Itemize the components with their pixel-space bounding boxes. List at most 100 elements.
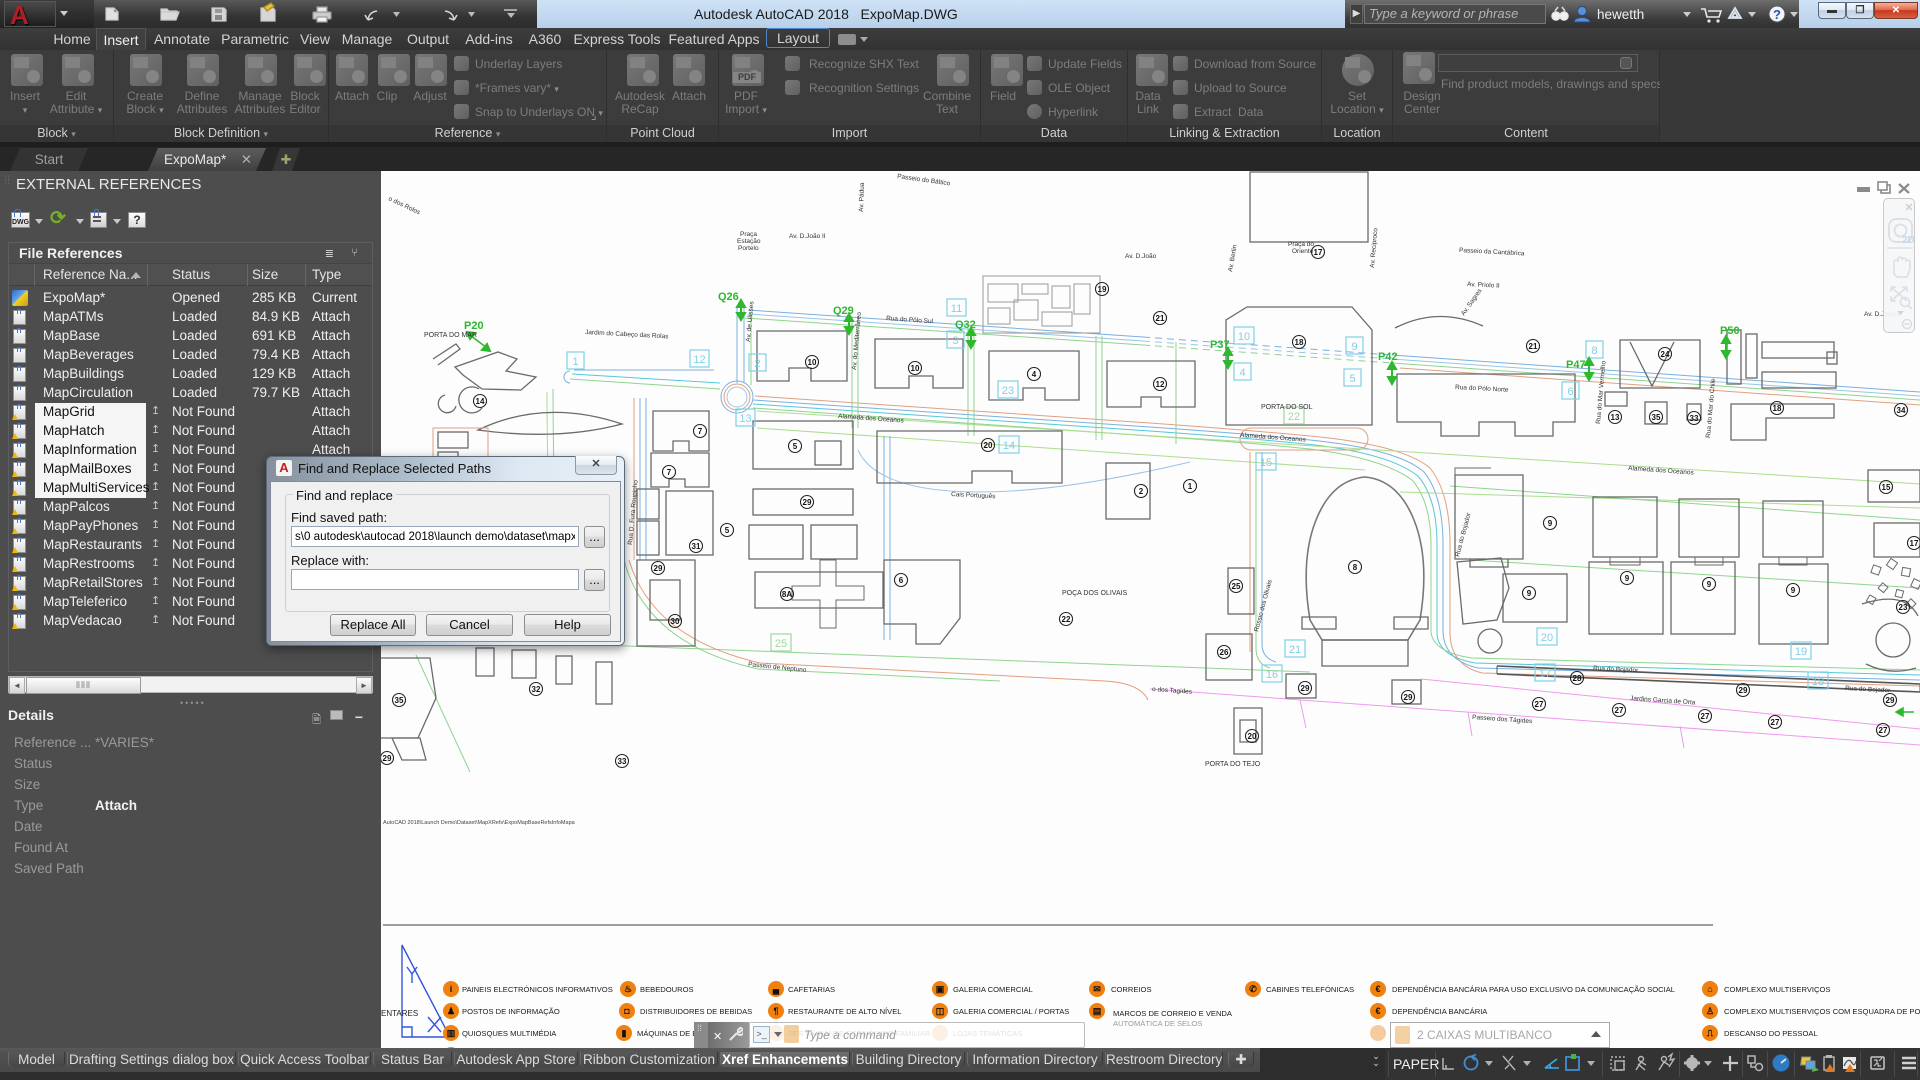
svg-text:€: € <box>1375 984 1380 994</box>
svg-text:Av. D.João: Av. D.João <box>1125 253 1157 260</box>
svg-text:24: 24 <box>1661 350 1670 359</box>
svg-text:8A: 8A <box>782 590 792 599</box>
svg-text:17: 17 <box>1314 248 1323 257</box>
svg-text:29: 29 <box>654 564 663 573</box>
svg-text:2: 2 <box>1139 487 1144 496</box>
svg-text:PORTA DO TEJO: PORTA DO TEJO <box>1205 761 1261 768</box>
svg-text:CAFETARIAS: CAFETARIAS <box>788 985 835 994</box>
svg-text:20: 20 <box>984 441 993 450</box>
svg-text:33: 33 <box>1690 414 1699 423</box>
svg-text:29: 29 <box>1301 684 1310 693</box>
svg-text:31: 31 <box>692 542 701 551</box>
svg-text:21: 21 <box>1289 644 1301 656</box>
svg-text:10: 10 <box>1238 331 1250 343</box>
svg-text:13: 13 <box>1611 413 1620 422</box>
svg-text:o dos Rolos: o dos Rolos <box>387 195 422 216</box>
svg-text:7: 7 <box>698 427 703 436</box>
svg-text:9: 9 <box>1351 341 1357 353</box>
svg-text:29: 29 <box>1886 696 1895 705</box>
svg-text:8: 8 <box>1591 345 1597 357</box>
svg-text:19: 19 <box>1795 646 1807 658</box>
svg-text:Alameda dos Oceanos: Alameda dos Oceanos <box>1628 465 1695 477</box>
svg-text:Av. Sagres: Av. Sagres <box>1460 287 1484 317</box>
svg-text:▮: ▮ <box>622 1028 627 1038</box>
svg-text:Av. D.João II: Av. D.João II <box>789 233 826 240</box>
svg-text:13: 13 <box>739 413 751 425</box>
svg-text:Passeio do Báltico: Passeio do Báltico <box>897 173 951 187</box>
svg-text:32: 32 <box>532 685 541 694</box>
svg-text:4: 4 <box>1032 370 1037 379</box>
svg-text:10: 10 <box>808 358 817 367</box>
svg-text:DISTRIBUIDORES DE BEBIDAS: DISTRIBUIDORES DE BEBIDAS <box>640 1007 752 1016</box>
svg-text:9: 9 <box>1548 519 1553 528</box>
svg-text:⌂: ⌂ <box>1707 984 1712 994</box>
svg-text:12: 12 <box>693 354 705 366</box>
svg-text:21: 21 <box>1529 342 1538 351</box>
svg-text:Q26: Q26 <box>718 291 739 303</box>
svg-text:DESCANSO DO PESSOAL: DESCANSO DO PESSOAL <box>1724 1029 1818 1038</box>
svg-text:23: 23 <box>1899 603 1908 612</box>
svg-text:29: 29 <box>1404 693 1413 702</box>
svg-text:25: 25 <box>1232 582 1241 591</box>
svg-text:AutoCAD 2018\Launch Demo\Datas: AutoCAD 2018\Launch Demo\Dataset\MapXRef… <box>383 820 576 826</box>
svg-text:hewetth: hewetth <box>1597 7 1644 22</box>
svg-text:▤: ▤ <box>1093 1006 1102 1016</box>
svg-text:1: 1 <box>572 356 578 368</box>
svg-text:Estação: Estação <box>737 238 761 245</box>
svg-text:P20: P20 <box>464 320 484 332</box>
svg-text:18: 18 <box>1812 676 1824 688</box>
svg-text:COMPLEXO MULTISERVIÇOS: COMPLEXO MULTISERVIÇOS <box>1724 985 1830 994</box>
svg-text:QUIOSQUES MULTIMÉDIA: QUIOSQUES MULTIMÉDIA <box>462 1029 557 1038</box>
svg-text:♨: ♨ <box>624 984 632 994</box>
svg-text:POÇA DOS OLIVAIS: POÇA DOS OLIVAIS <box>1062 590 1128 597</box>
svg-text:5: 5 <box>1349 373 1355 385</box>
svg-text:17: 17 <box>1539 668 1551 680</box>
svg-text:9: 9 <box>1625 574 1630 583</box>
svg-text:¶: ¶ <box>773 1006 778 1016</box>
svg-text:Av. Reciproco: Av. Reciproco <box>1369 227 1379 268</box>
svg-text:15: 15 <box>1882 483 1891 492</box>
svg-text:CABINES TELEFÓNICAS: CABINES TELEFÓNICAS <box>1266 985 1354 994</box>
svg-text:33: 33 <box>618 757 627 766</box>
svg-text:€: € <box>1375 1006 1380 1016</box>
svg-text:GALERIA COMERCIAL: GALERIA COMERCIAL <box>953 985 1033 994</box>
svg-text:◘: ◘ <box>624 1006 630 1016</box>
svg-text:26: 26 <box>1220 648 1229 657</box>
svg-text:20: 20 <box>1248 732 1257 741</box>
svg-text:23: 23 <box>1002 385 1014 397</box>
svg-text:DEPENDÊNCIA BANCÁRIA: DEPENDÊNCIA BANCÁRIA <box>1392 1007 1488 1016</box>
svg-text:3: 3 <box>952 335 958 347</box>
svg-text:10: 10 <box>911 364 920 373</box>
svg-text:BEBEDOUROS: BEBEDOUROS <box>640 985 694 994</box>
svg-text:PORTA DO MAR: PORTA DO MAR <box>424 332 477 339</box>
svg-text:Alameda dos Oceanos: Alameda dos Oceanos <box>838 413 905 425</box>
svg-text:35: 35 <box>1652 413 1661 422</box>
svg-text:Av. de Ulisses: Av. de Ulisses <box>745 300 756 342</box>
svg-text:Rua do Bojador: Rua do Bojador <box>1593 665 1639 674</box>
svg-text:21: 21 <box>1156 314 1165 323</box>
svg-text:Jardim do Cabeço das Rolas: Jardim do Cabeço das Rolas <box>585 329 669 340</box>
svg-text:27: 27 <box>1701 712 1710 721</box>
svg-text:17: 17 <box>1910 539 1919 548</box>
svg-text:Passeio de Neptuno: Passeio de Neptuno <box>748 661 807 674</box>
svg-text:Av. Pádua: Av. Pádua <box>858 182 866 212</box>
svg-text:♟: ♟ <box>447 1006 455 1016</box>
svg-text:Av. Berlin: Av. Berlin <box>1227 244 1239 272</box>
svg-text:MARCOS DE CORREIO E VENDA: MARCOS DE CORREIO E VENDA <box>1113 1009 1233 1018</box>
svg-text:29: 29 <box>803 498 812 507</box>
svg-text:34: 34 <box>1897 406 1906 415</box>
svg-text:COMPLEXO MULTISERVIÇOS COM ESQ: COMPLEXO MULTISERVIÇOS COM ESQUADRA DE P… <box>1724 1007 1920 1016</box>
svg-text:4: 4 <box>1239 367 1245 379</box>
svg-text:15: 15 <box>1260 457 1272 469</box>
svg-text:9: 9 <box>1527 589 1532 598</box>
svg-text:18: 18 <box>1773 404 1782 413</box>
svg-text:i: i <box>450 984 453 994</box>
svg-text:PORTA DO SOL: PORTA DO SOL <box>1261 404 1313 411</box>
svg-text:ENTARES: ENTARES <box>381 1009 418 1018</box>
svg-text:22: 22 <box>1062 615 1071 624</box>
svg-text:Rua do Mar do Chile: Rua do Mar do Chile <box>1705 378 1717 438</box>
svg-text:PAPER: PAPER <box>1393 1056 1439 1072</box>
svg-text:5: 5 <box>793 442 798 451</box>
svg-text:28: 28 <box>1573 674 1582 683</box>
svg-text:▄: ▄ <box>773 984 780 995</box>
